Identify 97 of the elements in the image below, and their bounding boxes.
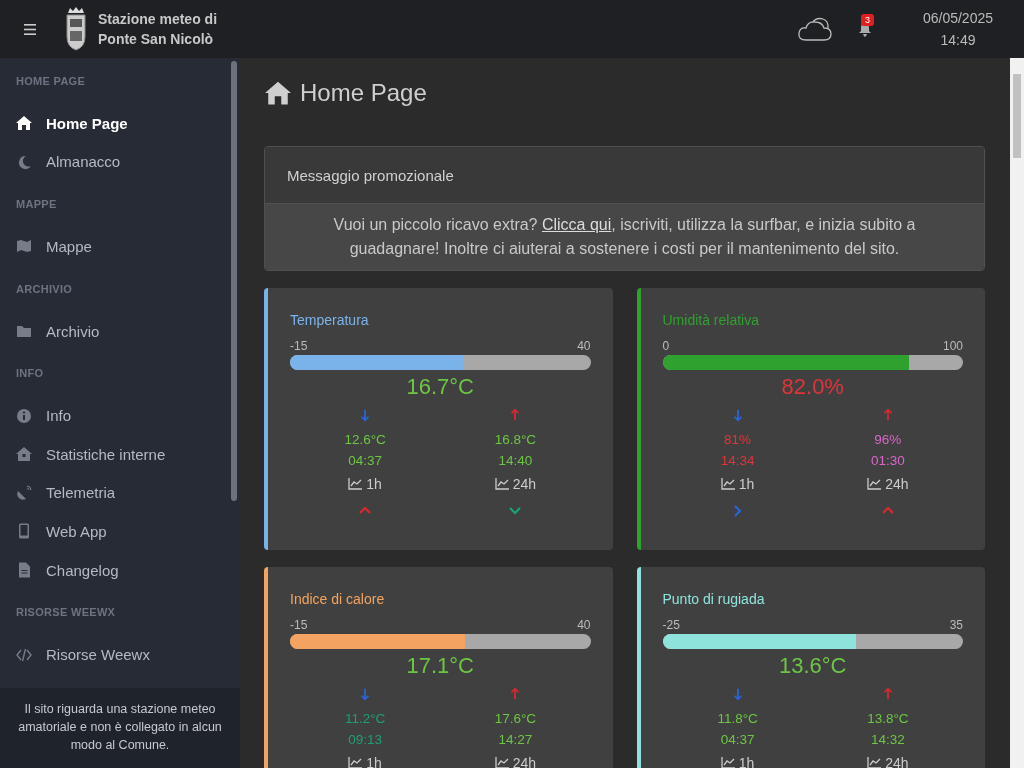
sidebar-item[interactable]: Changelog [0, 550, 230, 590]
min-value: 12.6°C [344, 432, 386, 447]
chart-link[interactable]: 1h [348, 476, 382, 492]
chart-link[interactable]: 1h [720, 755, 755, 768]
range-max: 35 [949, 618, 963, 632]
sidebar-item[interactable]: Mappe [0, 227, 230, 266]
sidebar-item[interactable]: Statistiche interne [0, 434, 230, 474]
sidebar-item[interactable]: Risorse Weewx [0, 635, 230, 674]
scrollbar[interactable] [1010, 58, 1024, 768]
chart-icon [348, 478, 363, 490]
current-value: 16.7°C [405, 374, 475, 400]
range-max: 100 [942, 339, 963, 353]
down-arrow-icon [360, 687, 371, 701]
chart-link[interactable]: 24h [494, 755, 537, 768]
page-title: Home Page [300, 79, 427, 107]
max-time: 14:32 [870, 732, 905, 747]
min-value: 81% [724, 432, 752, 447]
section-heading: HOME PAGE [16, 75, 86, 87]
section-heading: ARCHIVIO [16, 282, 73, 295]
promo-title: Messaggio promozionale [287, 166, 454, 184]
range-max: 40 [577, 618, 591, 632]
document-icon [16, 562, 32, 579]
coat-of-arms-logo [64, 7, 88, 51]
current-value: 82.0% [780, 374, 845, 400]
moon-icon [16, 153, 32, 170]
max-time: 01:30 [870, 453, 905, 468]
min-time: 04:37 [348, 453, 382, 468]
chart-icon [867, 757, 882, 768]
chart-icon [348, 757, 363, 768]
notification-badge: 3 [860, 14, 874, 26]
sidebar-item[interactable]: Archivio [0, 311, 230, 351]
date-text: 06/05/2025 [922, 10, 993, 26]
max-value: 17.6°C [494, 711, 537, 726]
chart-link[interactable]: 24h [867, 755, 909, 768]
max-time: 14:27 [498, 732, 533, 747]
phone-icon [16, 523, 32, 540]
sidebar-item[interactable]: Info [0, 396, 230, 435]
home-icon [264, 80, 292, 106]
disclaimer-text: Il sito riguarda una stazione meteo amatoriale e non è collegato in alcun modo al Comune. [0, 688, 240, 768]
satellite-dish-icon [16, 484, 32, 501]
map-icon [16, 238, 32, 255]
max-value: 16.8°C [494, 432, 537, 447]
card-title: Umidità relativa [662, 312, 760, 328]
scrollbar[interactable] [231, 61, 237, 501]
max-value: 96% [874, 432, 902, 447]
sidebar-item[interactable]: Home Page [0, 104, 230, 143]
chart-icon [720, 757, 735, 768]
sidebar-item[interactable]: Web App [0, 512, 230, 551]
card-title: Punto di rugiada [662, 591, 766, 607]
range-min: -15 [290, 339, 308, 353]
chart-link[interactable]: 1h [720, 476, 755, 492]
section-heading: MAPPE [16, 198, 57, 211]
sidebar-item[interactable]: Telemetria [0, 473, 230, 513]
code-icon [16, 646, 32, 663]
chart-link[interactable]: 1h [348, 755, 382, 768]
cloud-icon [796, 16, 833, 42]
card-title: Indice di calore [290, 591, 386, 607]
min-value: 11.2°C [344, 711, 386, 726]
section-heading: INFO [16, 367, 44, 380]
current-value: 17.1°C [405, 653, 475, 679]
max-time: 14:40 [498, 453, 533, 468]
chart-icon [494, 757, 509, 768]
house-icon [16, 446, 32, 463]
menu-button[interactable] [24, 23, 36, 35]
section-heading: RISORSE WEEWX [16, 606, 116, 619]
range-max: 40 [577, 339, 591, 353]
chart-link[interactable]: 24h [867, 476, 909, 492]
folder-icon [16, 323, 32, 340]
min-time: 04:37 [720, 732, 755, 747]
up-arrow-icon [882, 408, 893, 422]
range-min: 0 [662, 339, 670, 353]
site-title: Ponte San Nicolò [98, 31, 215, 47]
min-time: 09:13 [348, 732, 382, 747]
current-value: 13.6°C [778, 653, 848, 679]
down-arrow-icon [732, 408, 743, 422]
card-title: Temperatura [290, 312, 370, 328]
range-min: -15 [290, 618, 308, 632]
min-time: 14:34 [720, 453, 755, 468]
chart-icon [867, 478, 882, 490]
info-icon [16, 407, 32, 424]
up-arrow-icon [510, 687, 521, 701]
promo-text: Vuoi un piccolo ricavo extra? Clicca qui, iscriviti, utilizza la surfbar, e inizia subito a guadagnare! Inoltre ci aiuterai a sostenere i costi per il mantenimento del sito. [265, 204, 984, 270]
min-value: 11.8°C [717, 711, 758, 726]
site-title: Stazione meteo di [98, 11, 218, 27]
promo-link[interactable]: Clicca qui [541, 216, 612, 233]
up-arrow-icon [882, 687, 893, 701]
chart-link[interactable]: 24h [494, 476, 537, 492]
time-text: 14:49 [940, 32, 976, 48]
range-min: -25 [662, 618, 680, 632]
down-arrow-icon [360, 408, 371, 422]
up-arrow-icon [510, 408, 521, 422]
max-value: 13.8°C [867, 711, 909, 726]
sidebar-item[interactable]: Almanacco [0, 142, 230, 182]
chart-icon [494, 478, 509, 490]
chart-icon [720, 478, 735, 490]
home-icon [16, 115, 32, 132]
down-arrow-icon [732, 687, 743, 701]
